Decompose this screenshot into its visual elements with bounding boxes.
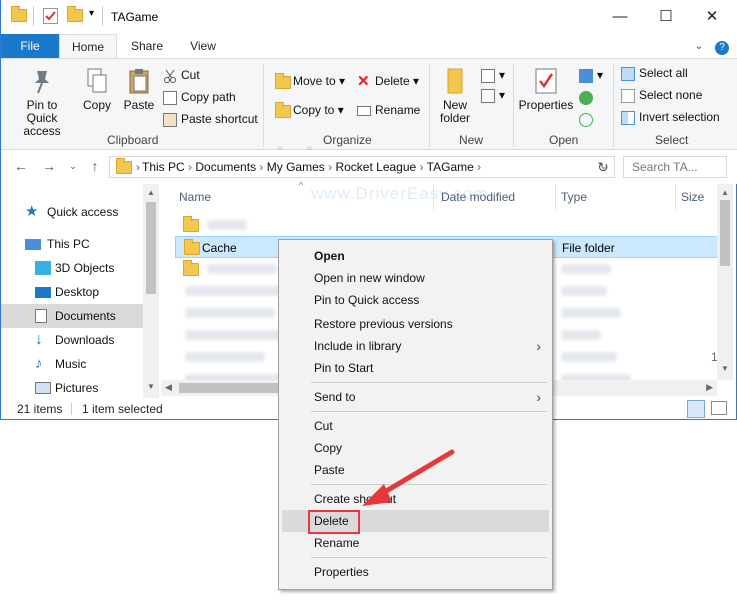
annotation-arrow-icon [362, 449, 455, 506]
